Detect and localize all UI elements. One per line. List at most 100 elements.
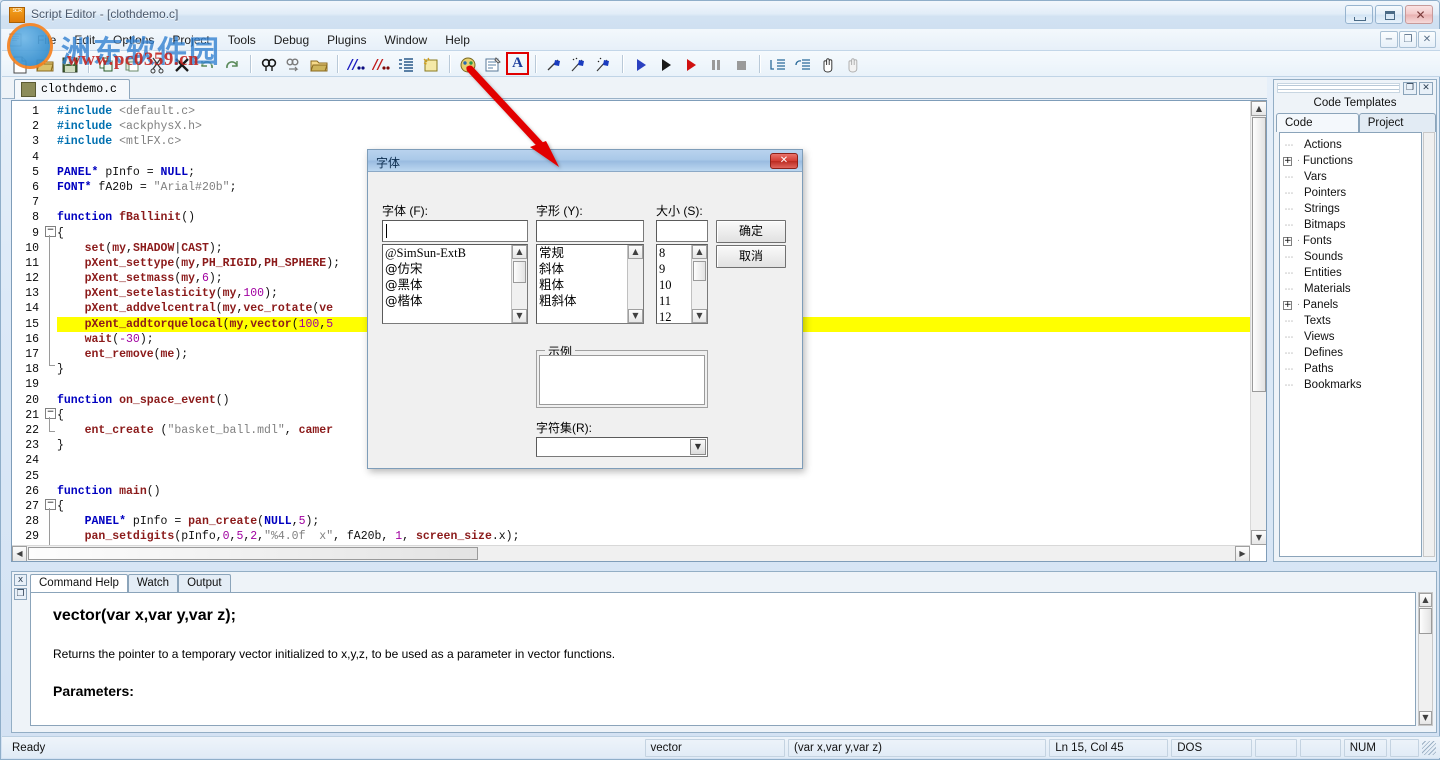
menu-item-project[interactable]: Project bbox=[163, 31, 218, 49]
tab-project-files[interactable]: Project Files bbox=[1359, 113, 1436, 132]
help-scroll-up-arrow[interactable]: ▲ bbox=[1419, 593, 1432, 607]
find-icon[interactable] bbox=[257, 53, 281, 75]
tree-item-materials[interactable]: ⋯Materials bbox=[1283, 281, 1421, 297]
style-list-scroll-down[interactable]: ▼ bbox=[628, 309, 643, 323]
font-list-scrollbar[interactable]: ▲ ▼ bbox=[511, 245, 527, 323]
indent-icon[interactable] bbox=[394, 53, 418, 75]
step-over-icon[interactable] bbox=[791, 53, 815, 75]
chevron-down-icon[interactable]: ▼ bbox=[690, 439, 706, 455]
menu-item-edit[interactable]: Edit bbox=[65, 31, 104, 49]
tree-item-strings[interactable]: ⋯Strings bbox=[1283, 201, 1421, 217]
list-item[interactable]: @楷体 bbox=[383, 293, 527, 309]
tree-item-entities[interactable]: ⋯Entities bbox=[1283, 265, 1421, 281]
menu-item-window[interactable]: Window bbox=[376, 31, 437, 49]
editor-vscroll-thumb[interactable] bbox=[1252, 117, 1266, 392]
font-list-scroll-up[interactable]: ▲ bbox=[512, 245, 527, 259]
tree-item-bookmarks[interactable]: ⋯Bookmarks bbox=[1283, 377, 1421, 393]
tree-item-paths[interactable]: ⋯Paths bbox=[1283, 361, 1421, 377]
editor-horizontal-scrollbar[interactable]: ◀ ▶ bbox=[12, 545, 1250, 561]
tab-output[interactable]: Output bbox=[178, 574, 231, 592]
copy-icon[interactable] bbox=[95, 53, 119, 75]
font-list-scroll-down[interactable]: ▼ bbox=[512, 309, 527, 323]
scroll-up-arrow[interactable]: ▲ bbox=[1251, 101, 1267, 116]
maximize-button[interactable] bbox=[1375, 5, 1403, 24]
minimize-button[interactable] bbox=[1345, 5, 1373, 24]
font-list-thumb[interactable] bbox=[513, 261, 526, 283]
tree-item-panels[interactable]: +·Panels bbox=[1283, 297, 1421, 313]
font-family-input[interactable] bbox=[382, 220, 528, 242]
panel-drag-grip[interactable] bbox=[1277, 83, 1400, 93]
bookmark-toggle-icon[interactable] bbox=[542, 53, 566, 75]
editor-vertical-scrollbar[interactable]: ▲ ▼ bbox=[1250, 101, 1266, 545]
tree-item-texts[interactable]: ⋯Texts bbox=[1283, 313, 1421, 329]
run-icon[interactable] bbox=[629, 53, 653, 75]
code-line[interactable]: #include <ackphysX.h> bbox=[57, 119, 1250, 134]
cut-icon[interactable] bbox=[145, 53, 169, 75]
size-list-scroll-up[interactable]: ▲ bbox=[692, 245, 707, 259]
scroll-down-arrow[interactable]: ▼ bbox=[1251, 530, 1267, 545]
fold-marker-27[interactable]: − bbox=[45, 499, 56, 510]
list-item[interactable]: @仿宋 bbox=[383, 261, 527, 277]
charset-combobox[interactable]: ▼ bbox=[536, 437, 708, 457]
comment-icon[interactable]: // bbox=[344, 53, 368, 75]
tree-item-vars[interactable]: ⋯Vars bbox=[1283, 169, 1421, 185]
template-icon[interactable] bbox=[419, 53, 443, 75]
save-file-icon[interactable] bbox=[58, 53, 82, 75]
delete-icon[interactable] bbox=[170, 53, 194, 75]
code-line[interactable] bbox=[57, 469, 1250, 484]
code-line[interactable]: pan_setdigits(pInfo,0,5,2,"%4.0f x", fA2… bbox=[57, 529, 1250, 544]
run-engine-icon[interactable] bbox=[679, 53, 703, 75]
editor-hscroll-thumb[interactable] bbox=[28, 547, 478, 560]
style-list-scrollbar[interactable]: ▲ ▼ bbox=[627, 245, 643, 323]
code-line[interactable]: { bbox=[57, 499, 1250, 514]
expand-icon[interactable]: + bbox=[1283, 301, 1292, 310]
size-list-scroll-down[interactable]: ▼ bbox=[692, 309, 707, 323]
mdi-close-button[interactable]: ✕ bbox=[1418, 31, 1436, 48]
undo-icon[interactable] bbox=[195, 53, 219, 75]
menu-item-plugins[interactable]: Plugins bbox=[318, 31, 375, 49]
scroll-left-arrow[interactable]: ◀ bbox=[12, 546, 27, 562]
tree-item-actions[interactable]: ⋯Actions bbox=[1283, 137, 1421, 153]
code-line[interactable]: PANEL* pInfo = pan_create(NULL,5); bbox=[57, 514, 1250, 529]
style-list-scroll-up[interactable]: ▲ bbox=[628, 245, 643, 259]
panel-vertical-scrollbar[interactable] bbox=[1423, 132, 1435, 557]
mdi-minimize-button[interactable]: − bbox=[1380, 31, 1398, 48]
font-style-list[interactable]: 常规 斜体 粗体 粗斜体 ▲ ▼ bbox=[536, 244, 644, 324]
ok-button[interactable]: 确定 bbox=[716, 220, 786, 243]
tree-item-sounds[interactable]: ⋯Sounds bbox=[1283, 249, 1421, 265]
scroll-right-arrow[interactable]: ▶ bbox=[1235, 546, 1250, 562]
font-family-list[interactable]: @SimSun-ExtB @仿宋 @黑体 @楷体 ▲ ▼ bbox=[382, 244, 528, 324]
uncomment-icon[interactable]: // bbox=[369, 53, 393, 75]
fold-marker-9[interactable]: − bbox=[45, 226, 56, 237]
tab-watch[interactable]: Watch bbox=[128, 574, 178, 592]
menu-item-file[interactable]: File bbox=[28, 31, 65, 49]
expand-icon[interactable]: + bbox=[1283, 157, 1292, 166]
code-line[interactable]: #include <mtlFX.c> bbox=[57, 134, 1250, 149]
font-size-input[interactable] bbox=[656, 220, 708, 242]
help-vscroll-thumb[interactable] bbox=[1419, 608, 1432, 634]
code-jumper-tree[interactable]: ⋯Actions+·Functions⋯Vars⋯Pointers⋯String… bbox=[1279, 132, 1422, 557]
font-button[interactable]: A bbox=[506, 52, 529, 75]
list-item[interactable]: @黑体 bbox=[383, 277, 527, 293]
cancel-button[interactable]: 取消 bbox=[716, 245, 786, 268]
redo-icon[interactable] bbox=[220, 53, 244, 75]
size-list-thumb[interactable] bbox=[693, 261, 706, 281]
tree-item-functions[interactable]: +·Functions bbox=[1283, 153, 1421, 169]
properties-icon[interactable] bbox=[481, 53, 505, 75]
paste-icon[interactable] bbox=[120, 53, 144, 75]
menu-item-help[interactable]: Help bbox=[436, 31, 479, 49]
window-resize-grip[interactable] bbox=[1422, 741, 1436, 755]
colors-icon[interactable] bbox=[456, 53, 480, 75]
new-file-icon[interactable] bbox=[8, 53, 32, 75]
code-fold-column[interactable]: − − − bbox=[43, 101, 57, 561]
run-debug-icon[interactable] bbox=[654, 53, 678, 75]
find-next-icon[interactable] bbox=[282, 53, 306, 75]
tab-code-jumper[interactable]: Code Jumper bbox=[1276, 113, 1359, 132]
stop-icon[interactable] bbox=[729, 53, 753, 75]
bottom-panel-close-button[interactable]: x bbox=[14, 574, 27, 586]
help-vertical-scrollbar[interactable]: ▲ ▼ bbox=[1418, 592, 1433, 726]
font-style-input[interactable] bbox=[536, 220, 644, 242]
code-line[interactable]: #include <default.c> bbox=[57, 104, 1250, 119]
tree-item-pointers[interactable]: ⋯Pointers bbox=[1283, 185, 1421, 201]
panel-close-button[interactable]: ✕ bbox=[1419, 82, 1433, 95]
